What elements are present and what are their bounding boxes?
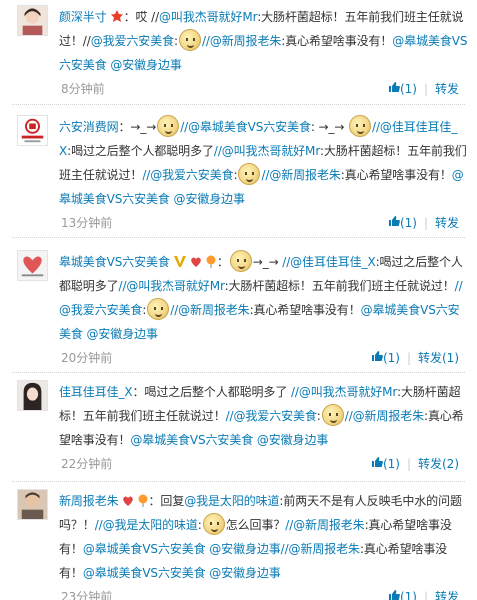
mention-link[interactable]: //@新周报老朱 [202,34,281,48]
mention-link[interactable]: //@我是太阳的味道 [95,518,198,532]
thumbs-up-icon [371,351,383,362]
mention-link[interactable]: @安徽身边事 [209,566,281,580]
balloon-badge-icon [138,494,148,507]
mention-link[interactable]: //@新周报老朱 [345,409,424,423]
post-text: 佳耳佳耳佳_X：喝过之后整个人都聪明多了 //@叫我杰哥就好Mr:大肠杆菌超标！… [59,385,464,447]
forward-button[interactable]: 转发 [435,588,459,600]
divider [12,237,465,238]
heart-badge-icon [122,496,133,506]
mention-link[interactable]: @叫我杰哥就好Mr [159,10,257,24]
author-name[interactable]: 新周报老朱 [59,494,119,508]
like-button[interactable]: (1) [371,456,400,471]
emoticon-face-icon [349,115,372,137]
emoticon-face-icon [157,115,180,137]
mention-link[interactable]: //@我爱六安美食 [142,168,233,182]
forward-button[interactable]: 转发(2) [418,455,459,472]
action-separator: | [423,589,428,600]
avatar[interactable] [17,489,48,520]
thumbs-up-icon [371,457,383,468]
divider [12,104,465,105]
emoticon-face-icon [202,513,225,535]
mention-link[interactable]: //@新周报老朱 [170,303,249,317]
like-count: (1) [382,350,400,365]
mention-link[interactable]: //@叫我杰哥就好Mr [119,279,225,293]
like-count: (1) [399,215,417,230]
avatar[interactable] [17,115,48,146]
post-text: 颜深半寸 ：哎 //@叫我杰哥就好Mr:大肠杆菌超标！五年前我们班主任就说过！//… [59,10,468,72]
mention-link[interactable]: @我爱六安美食 [91,34,174,48]
emoticon-face-icon [238,163,261,185]
mention-link[interactable]: //@新周报老朱 [281,542,360,556]
like-count: (1) [399,589,417,600]
forward-button[interactable]: 转发(1) [418,349,459,366]
timestamp[interactable]: 13分钟前 [61,214,112,231]
post-text: 新周报老朱 ：回复@我是太阳的味道:前两天不是有人反映毛中水的问题吗？！//@我是… [59,494,462,580]
post-text: 六安消费网：→_→//@皋城美食VS六安美食: →_→ //@佳耳佳耳佳_X:喝… [59,115,469,211]
post-text: 皋城美食VS六安美食： →_→ //@佳耳佳耳佳_X:喝过之后整个人都聪明多了//… [59,250,469,346]
heart-badge-icon [191,257,201,267]
vip-badge-icon [173,256,186,267]
weibo-repost-feed: 颜深半寸 ：哎 //@叫我杰哥就好Mr:大肠杆菌超标！五年前我们班主任就说过！//… [0,0,477,600]
like-button[interactable]: (1) [371,350,400,365]
mention-link[interactable]: @皋城美食VS六安美食 [130,433,253,447]
mention-link[interactable]: @我是太阳的味道 [184,494,279,508]
thumbs-up-icon [388,216,400,227]
mention-link[interactable]: //@皋城美食VS六安美食 [180,120,311,134]
thumbs-up-icon [388,590,400,600]
emoticon-face-icon [229,250,252,272]
action-separator: | [423,81,428,96]
mention-link[interactable]: @皋城美食VS六安美食 [83,566,206,580]
mention-link[interactable]: //@佳耳佳耳佳_X [282,255,375,269]
author-name[interactable]: 颜深半寸 [59,10,107,24]
vip-badge-icon [110,10,123,22]
action-separator: | [406,456,411,471]
mention-link[interactable]: @安徽身边事 [87,327,159,341]
author-name[interactable]: 六安消费网 [59,120,119,134]
mention-link[interactable]: @皋城美食VS六安美食 [83,542,206,556]
emoticon-face-icon [321,404,344,426]
like-button[interactable]: (1) [388,81,417,96]
avatar[interactable] [17,380,48,411]
timestamp[interactable]: 22分钟前 [61,455,112,472]
timestamp[interactable]: 23分钟前 [61,588,112,600]
mention-link[interactable]: @安徽身边事 [209,542,281,556]
avatar[interactable] [17,5,48,36]
emoticon-face-icon [147,298,170,320]
timestamp[interactable]: 20分钟前 [61,349,112,366]
forward-button[interactable]: 转发 [435,214,459,231]
like-button[interactable]: (1) [388,215,417,230]
timestamp[interactable]: 8分钟前 [61,80,105,97]
mention-link[interactable]: //@叫我杰哥就好Mr [291,385,397,399]
avatar[interactable] [17,250,48,281]
thumbs-up-icon [388,82,400,93]
like-count: (1) [399,81,417,96]
mention-link[interactable]: //@新周报老朱 [285,518,364,532]
mention-link[interactable]: //@叫我杰哥就好Mr [214,144,320,158]
like-count: (1) [382,456,400,471]
like-button[interactable]: (1) [388,589,417,600]
divider [12,372,465,373]
action-separator: | [406,350,411,365]
forward-button[interactable]: 转发 [435,80,459,97]
mention-link[interactable]: @安徽身边事 [110,58,182,72]
mention-link[interactable]: //@新周报老朱 [261,168,340,182]
emoticon-face-icon [178,29,201,51]
author-name[interactable]: 皋城美食VS六安美食 [59,255,170,269]
mention-link[interactable]: //@我爱六安美食 [226,409,317,423]
mention-link[interactable]: @安徽身边事 [257,433,329,447]
mention-link[interactable]: @安徽身边事 [174,192,246,206]
author-name[interactable]: 佳耳佳耳佳_X [59,385,133,399]
action-separator: | [423,215,428,230]
divider [12,481,465,482]
balloon-badge-icon [206,255,216,268]
